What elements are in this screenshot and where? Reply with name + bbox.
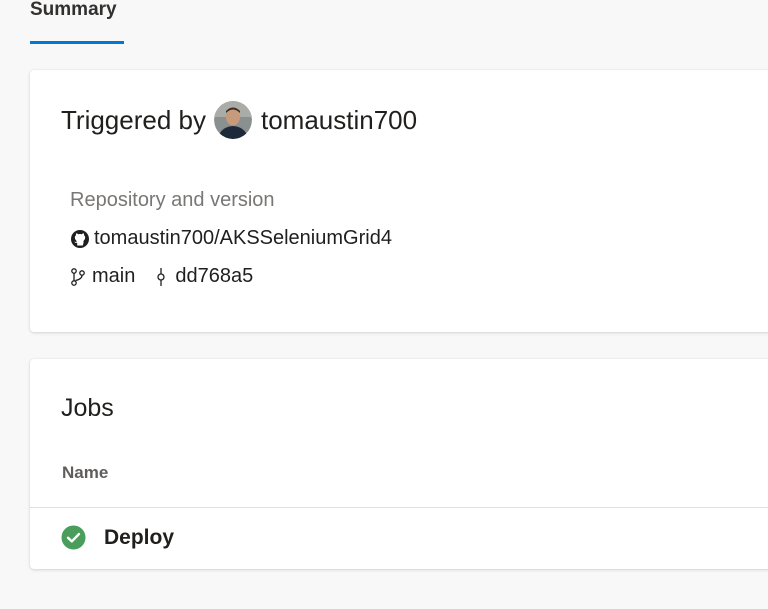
column-header-name: Name xyxy=(62,463,109,482)
tab-summary[interactable]: Summary xyxy=(30,0,117,20)
jobs-divider xyxy=(30,507,768,508)
table-row[interactable]: Deploy xyxy=(61,525,174,550)
github-icon xyxy=(70,229,90,249)
summary-card: Triggered by tomaustin700 Repository and… xyxy=(30,70,768,332)
branch-name[interactable]: main xyxy=(92,265,135,288)
commit-id[interactable]: dd768a5 xyxy=(175,265,253,288)
triggered-by-label: Triggered by xyxy=(61,104,206,135)
job-name[interactable]: Deploy xyxy=(104,526,174,550)
avatar[interactable] xyxy=(214,101,252,139)
version-row: main dd768a5 xyxy=(70,265,253,288)
commit-icon xyxy=(155,267,167,287)
jobs-card: Jobs Name Deploy xyxy=(30,359,768,569)
repository-row[interactable]: tomaustin700/AKSSeleniumGrid4 xyxy=(70,227,392,250)
tab-summary-underline xyxy=(30,41,124,44)
success-check-icon xyxy=(61,525,86,550)
branch-icon xyxy=(70,267,86,287)
triggered-by-row: Triggered by tomaustin700 xyxy=(61,100,417,140)
triggered-by-username[interactable]: tomaustin700 xyxy=(261,105,417,136)
repository-name[interactable]: tomaustin700/AKSSeleniumGrid4 xyxy=(94,227,392,250)
repository-label: Repository and version xyxy=(70,189,275,211)
jobs-title: Jobs xyxy=(61,394,114,422)
